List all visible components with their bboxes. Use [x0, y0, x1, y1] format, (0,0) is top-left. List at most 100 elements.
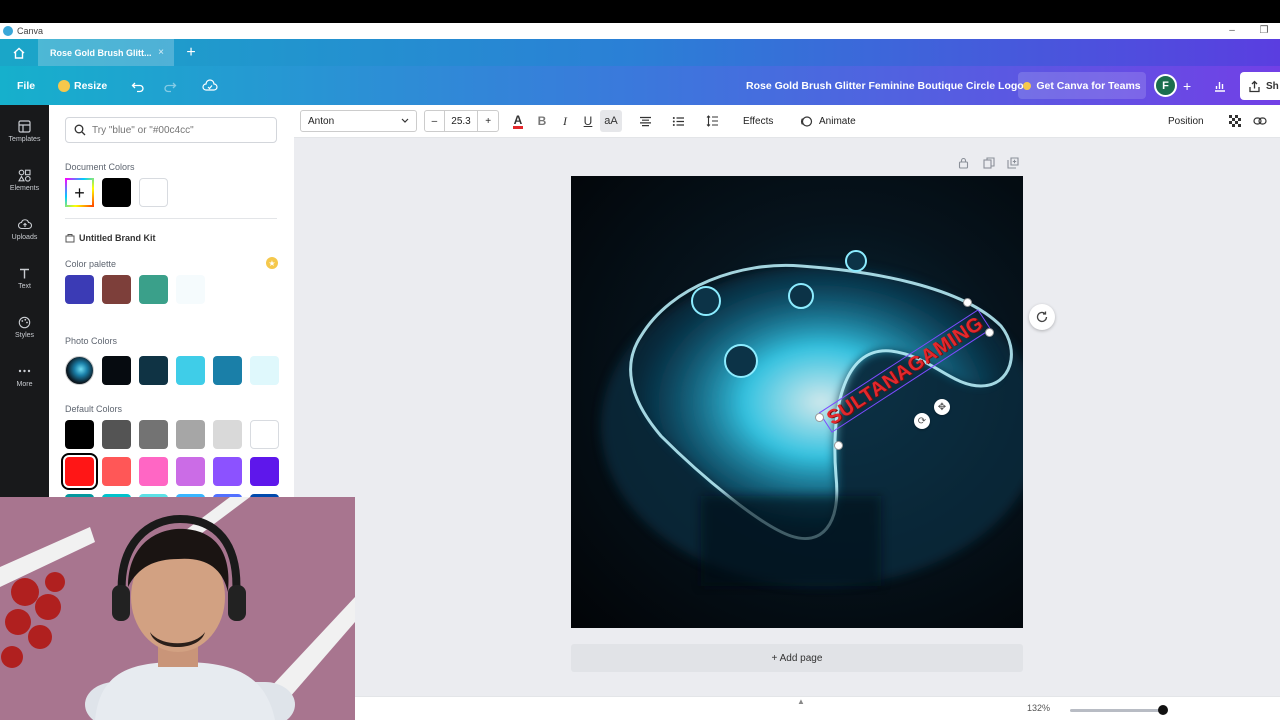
default-color-swatch[interactable]	[139, 457, 168, 486]
move-handle-icon[interactable]: ✥	[934, 399, 950, 415]
lock-icon[interactable]	[958, 156, 969, 170]
new-tab-button[interactable]: +	[180, 39, 202, 66]
add-page-icon[interactable]	[1007, 156, 1019, 170]
zoom-slider-thumb[interactable]	[1158, 705, 1168, 715]
webcam-overlay	[0, 497, 355, 720]
get-canva-for-teams-button[interactable]: Get Canva for Teams	[1018, 72, 1146, 99]
align-center-icon[interactable]	[637, 110, 653, 132]
add-member-button[interactable]: +	[1183, 66, 1191, 105]
transparency-icon[interactable]	[1228, 110, 1242, 132]
default-color-swatch-selected[interactable]	[61, 453, 98, 490]
brand-kit-icon	[65, 234, 75, 243]
brand-kit-header[interactable]: Untitled Brand Kit	[65, 233, 156, 243]
rail-styles[interactable]: Styles	[0, 303, 49, 351]
color-search[interactable]	[65, 117, 277, 143]
default-color-swatch[interactable]	[250, 457, 279, 486]
tab-close-icon[interactable]: ×	[158, 47, 164, 58]
resize-button[interactable]: Resize	[58, 66, 107, 105]
styles-icon	[18, 315, 32, 329]
file-menu[interactable]: File	[17, 66, 35, 105]
gamepad-neon-photo	[601, 250, 1023, 586]
default-color-swatch[interactable]	[139, 420, 168, 449]
italic-button[interactable]: I	[558, 110, 572, 132]
animate-label: Animate	[819, 115, 856, 127]
photo-color-swatch[interactable]	[250, 356, 279, 385]
animate-button[interactable]: Animate	[800, 110, 856, 132]
default-color-swatch[interactable]	[250, 420, 279, 449]
photo-color-swatch[interactable]	[139, 356, 168, 385]
insights-icon[interactable]	[1213, 66, 1227, 105]
rotate-handle-icon[interactable]: ⟳	[914, 413, 930, 429]
letter-case-button[interactable]: aA	[600, 110, 622, 132]
design-canvas-page[interactable]	[571, 176, 1023, 628]
palette-color-swatch[interactable]	[65, 275, 94, 304]
add-color-button[interactable]: +	[65, 178, 94, 207]
palette-color-swatch[interactable]	[102, 275, 131, 304]
photo-color-swatch[interactable]	[213, 356, 242, 385]
font-size-value[interactable]: 25.3	[445, 111, 479, 131]
bottom-status-bar: ▲ 132%	[355, 696, 1280, 720]
resize-handle[interactable]	[815, 413, 824, 422]
text-color-button[interactable]: A	[510, 110, 526, 132]
undo-icon[interactable]	[131, 66, 145, 105]
minimize-button[interactable]: –	[1216, 23, 1248, 39]
resize-handle[interactable]	[963, 298, 972, 307]
palette-color-swatch[interactable]	[139, 275, 168, 304]
tab-rose-gold[interactable]: Rose Gold Brush Glitt... ×	[38, 39, 174, 66]
text-color-icon: A	[512, 112, 524, 129]
document-color-swatch[interactable]	[102, 178, 131, 207]
refresh-icon[interactable]	[1029, 304, 1055, 330]
animate-icon	[800, 115, 813, 127]
add-page-button[interactable]: + Add page	[571, 644, 1023, 672]
home-icon[interactable]	[0, 39, 38, 66]
effects-button[interactable]: Effects	[743, 110, 773, 132]
photo-color-swatch[interactable]	[102, 356, 131, 385]
cloud-save-icon[interactable]	[202, 66, 218, 105]
zoom-slider-track[interactable]	[1070, 709, 1165, 712]
share-button[interactable]: Sh	[1240, 72, 1280, 100]
text-edit-toolbar: Anton – 25.3 + A B I U aA Effects Animat…	[294, 105, 1280, 138]
resize-handle[interactable]	[985, 328, 994, 337]
chevron-down-icon	[401, 118, 409, 123]
photo-thumbnail	[65, 356, 94, 385]
spacing-icon[interactable]	[704, 110, 720, 132]
rail-text[interactable]: Text	[0, 254, 49, 302]
font-family-dropdown[interactable]: Anton	[300, 110, 417, 132]
zoom-level[interactable]: 132%	[1027, 703, 1050, 713]
duplicate-page-icon[interactable]	[983, 156, 995, 170]
share-label: Sh	[1266, 80, 1279, 92]
photo-color-swatch[interactable]	[176, 356, 205, 385]
color-search-input[interactable]	[92, 124, 272, 136]
default-color-swatch[interactable]	[102, 420, 131, 449]
link-icon[interactable]	[1252, 110, 1268, 132]
bold-button[interactable]: B	[535, 110, 549, 132]
star-badge-icon: ★	[266, 257, 278, 269]
default-color-swatch[interactable]	[176, 457, 205, 486]
list-icon[interactable]	[670, 110, 686, 132]
rail-templates[interactable]: Templates	[0, 107, 49, 155]
resize-handle[interactable]	[834, 441, 843, 450]
default-color-swatch[interactable]	[102, 457, 131, 486]
document-title[interactable]: Rose Gold Brush Glitter Feminine Boutiqu…	[746, 66, 1024, 105]
default-color-swatch[interactable]	[65, 420, 94, 449]
default-color-swatch[interactable]	[213, 420, 242, 449]
font-size-decrease-button[interactable]: –	[425, 111, 445, 131]
brand-kit-label: Untitled Brand Kit	[79, 233, 156, 243]
rail-uploads[interactable]: Uploads	[0, 205, 49, 253]
rail-label: Styles	[14, 332, 35, 339]
top-black-bar	[0, 0, 1280, 23]
font-size-increase-button[interactable]: +	[478, 111, 498, 131]
palette-color-swatch[interactable]	[176, 275, 205, 304]
default-color-swatch[interactable]	[213, 457, 242, 486]
chevron-up-icon[interactable]: ▲	[797, 697, 805, 706]
rail-label: Text	[18, 283, 31, 290]
redo-icon[interactable]	[163, 66, 177, 105]
maximize-button[interactable]: ❐	[1248, 23, 1280, 39]
rail-elements[interactable]: Elements	[0, 156, 49, 204]
position-button[interactable]: Position	[1168, 110, 1204, 132]
default-color-swatch[interactable]	[176, 420, 205, 449]
user-avatar[interactable]: F	[1154, 74, 1177, 97]
underline-button[interactable]: U	[581, 110, 595, 132]
document-color-swatch[interactable]	[139, 178, 168, 207]
rail-more[interactable]: More	[0, 352, 49, 400]
